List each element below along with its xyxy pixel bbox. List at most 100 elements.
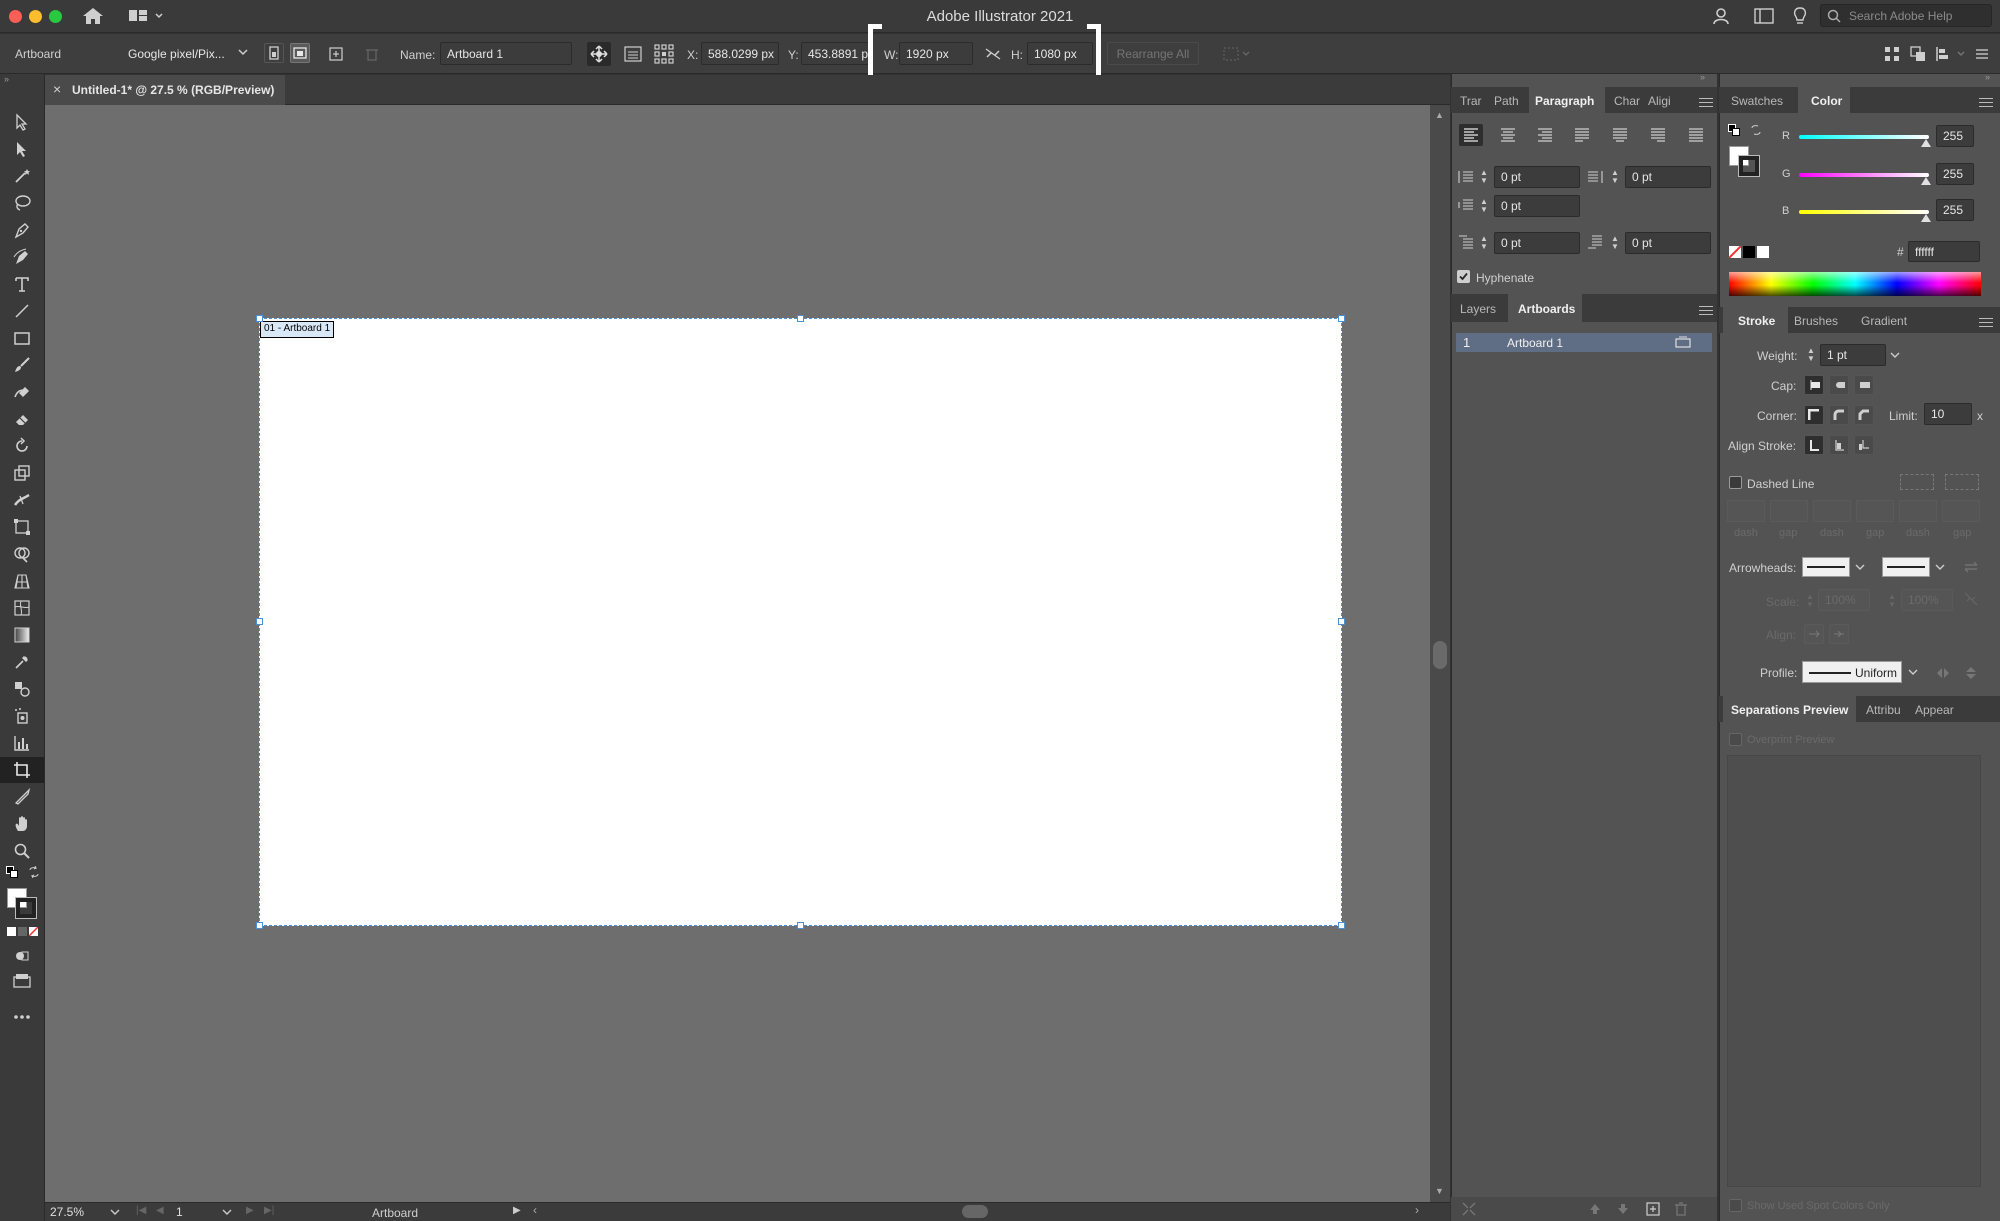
artboard-options-row-icon[interactable] — [1674, 334, 1692, 350]
width-input[interactable]: 1920 px — [899, 42, 973, 65]
eraser-tool-icon[interactable] — [0, 406, 44, 432]
color-swap-icon[interactable] — [1750, 124, 1762, 136]
horizontal-scroll-right-icon[interactable]: › — [1415, 1203, 1419, 1217]
justify-left-icon[interactable] — [1570, 124, 1594, 146]
align-stroke-inside-button[interactable] — [1829, 435, 1849, 455]
search-help-field[interactable]: Search Adobe Help — [1820, 4, 1992, 27]
workspace-switcher-icon[interactable] — [126, 6, 166, 26]
eyedropper-tool-icon[interactable] — [0, 649, 44, 675]
line-segment-tool-icon[interactable] — [0, 298, 44, 324]
align-left-button[interactable] — [1459, 124, 1483, 146]
scale-tool-icon[interactable] — [0, 460, 44, 486]
tab-separations-preview[interactable]: Separations Preview — [1731, 703, 1848, 717]
horizontal-scroll-left-icon[interactable]: ‹ — [533, 1203, 537, 1217]
draw-mode-icon[interactable] — [0, 943, 44, 969]
shaper-tool-icon[interactable] — [0, 379, 44, 405]
move-copy-artwork-icon[interactable] — [587, 42, 611, 66]
artboard-tool-icon[interactable] — [0, 757, 44, 783]
width-tool-icon[interactable] — [0, 487, 44, 513]
color-spectrum-bar[interactable] — [1729, 272, 1981, 296]
arrow-tip-beyond-button[interactable] — [1804, 624, 1824, 644]
tab-color[interactable]: Color — [1811, 94, 1842, 108]
flip-across-icon[interactable] — [1962, 664, 1980, 682]
rearrange-artboards-icon[interactable] — [1460, 1200, 1478, 1218]
justify-all-icon[interactable] — [1684, 124, 1708, 146]
preserve-dash-icon[interactable] — [1900, 474, 1934, 490]
g-value-input[interactable]: 255 — [1936, 163, 1974, 185]
start-arrowhead-chevron-icon[interactable] — [1855, 564, 1865, 571]
delete-artboard-panel-icon[interactable] — [1672, 1200, 1690, 1218]
direct-selection-tool-icon[interactable] — [0, 136, 44, 162]
color-panel-menu-icon[interactable] — [1979, 98, 1993, 108]
tab-gradient[interactable]: Gradient — [1861, 314, 1907, 328]
profile-dropdown[interactable]: Uniform — [1802, 661, 1902, 683]
g-slider-track[interactable] — [1799, 173, 1929, 177]
r-slider-track[interactable] — [1799, 135, 1929, 139]
projecting-cap-button[interactable] — [1854, 375, 1874, 395]
artboard-handle-bc[interactable] — [797, 922, 804, 929]
blend-tool-icon[interactable] — [0, 676, 44, 702]
b-value-input[interactable]: 255 — [1936, 199, 1974, 221]
color-stroke-swatch[interactable] — [1738, 155, 1760, 177]
align-dash-icon[interactable] — [1945, 474, 1979, 490]
dash-field-2[interactable] — [1813, 500, 1851, 522]
arrow-tip-at-end-button[interactable] — [1829, 624, 1849, 644]
align-right-icon[interactable] — [1533, 124, 1557, 146]
black-color-swatch[interactable] — [1743, 246, 1755, 258]
scale-stepper-1-icon[interactable]: ▲ ▼ — [1806, 593, 1814, 609]
hyphenate-checkbox[interactable] — [1457, 270, 1470, 283]
artboard[interactable] — [259, 318, 1342, 926]
next-artboard-icon[interactable]: ▶ — [246, 1205, 254, 1216]
r-slider-handle[interactable] — [1921, 139, 1931, 147]
zoom-tool-icon[interactable] — [0, 838, 44, 864]
previous-artboard-icon[interactable]: ◀ — [156, 1205, 164, 1216]
first-line-indent-stepper-icon[interactable]: ▲ ▼ — [1480, 198, 1488, 214]
weight-input[interactable]: 1 pt — [1820, 344, 1886, 366]
tab-layers[interactable]: Layers — [1460, 302, 1496, 316]
space-after-stepper-icon[interactable]: ▲ ▼ — [1611, 235, 1619, 251]
artboard-number-field[interactable]: 1 — [176, 1205, 216, 1219]
x-position-input[interactable]: 588.0299 px — [701, 42, 779, 65]
preset-dropdown[interactable]: Google pixel/Pix... — [122, 42, 254, 65]
control-bar-menu-icon[interactable] — [1972, 44, 1992, 64]
color-default-icon[interactable] — [1728, 124, 1740, 136]
curvature-tool-icon[interactable] — [0, 244, 44, 270]
tab-appearance[interactable]: Appear — [1915, 703, 1955, 717]
gap-field-2[interactable] — [1856, 500, 1894, 522]
profile-chevron-icon[interactable] — [1908, 669, 1918, 676]
maximize-window-button[interactable] — [49, 10, 62, 23]
selection-tool-icon[interactable] — [0, 109, 44, 135]
tab-paragraph[interactable]: Paragraph — [1535, 94, 1594, 108]
horizontal-scroll-thumb[interactable] — [962, 1205, 988, 1218]
minimize-window-button[interactable] — [29, 10, 42, 23]
right-indent-input[interactable]: 0 pt — [1625, 166, 1711, 188]
align-panel-icon[interactable] — [1882, 44, 1902, 64]
white-color-swatch[interactable] — [1757, 246, 1769, 258]
vertical-scroll-thumb[interactable] — [1433, 641, 1447, 669]
tab-transform[interactable]: Trar — [1460, 94, 1482, 108]
link-proportions-icon[interactable] — [983, 44, 1003, 64]
artboard-handle-bl[interactable] — [256, 922, 263, 929]
show-spot-colors-checkbox[interactable] — [1729, 1199, 1742, 1212]
lasso-tool-icon[interactable] — [0, 190, 44, 216]
justify-right-icon[interactable] — [1646, 124, 1670, 146]
distribute-icon[interactable] — [1934, 44, 1970, 64]
artboard-name-input[interactable]: Artboard 1 — [440, 42, 572, 65]
rotate-tool-icon[interactable] — [0, 433, 44, 459]
close-window-button[interactable] — [9, 10, 22, 23]
portrait-orientation-button[interactable] — [264, 43, 284, 63]
status-mode-label[interactable]: Artboard — [372, 1206, 418, 1220]
last-artboard-icon[interactable]: ▶| — [264, 1205, 274, 1216]
swap-fill-stroke-icon[interactable] — [28, 866, 40, 878]
dash-field-1[interactable] — [1727, 500, 1765, 522]
gap-field-3[interactable] — [1942, 500, 1980, 522]
artboard-handle-tl[interactable] — [256, 315, 263, 322]
space-before-stepper-icon[interactable]: ▲ ▼ — [1480, 235, 1488, 251]
new-artboard-icon[interactable] — [326, 44, 346, 64]
status-mode-arrow-icon[interactable]: ▶ — [513, 1205, 521, 1216]
gap-field-1[interactable] — [1770, 500, 1808, 522]
middle-panel-collapse-icon[interactable]: » — [1700, 72, 1705, 82]
right-indent-stepper-icon[interactable]: ▲ ▼ — [1611, 169, 1619, 185]
artboard-handle-mr[interactable] — [1338, 618, 1345, 625]
weight-stepper-icon[interactable]: ▲ ▼ — [1807, 347, 1815, 363]
